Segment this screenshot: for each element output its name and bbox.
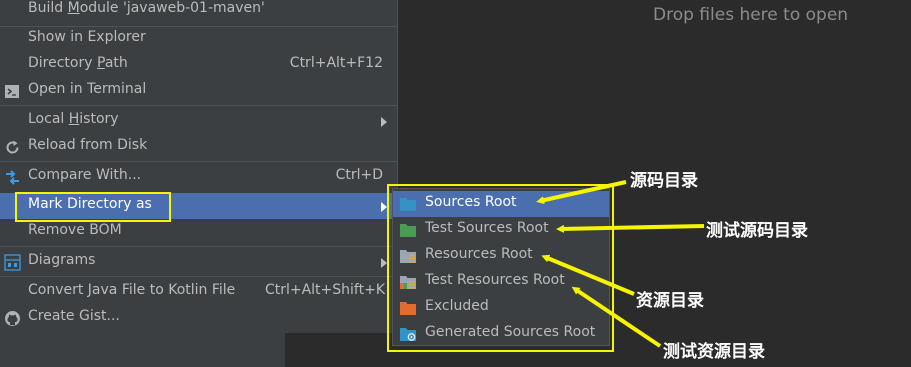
arrow-resources-root xyxy=(541,254,635,296)
annotation-test-sources-root: 测试源码目录 xyxy=(706,221,808,241)
annotation-test-resources-root: 测试资源目录 xyxy=(663,342,765,362)
annotation-resources-root: 资源目录 xyxy=(636,291,704,311)
arrow-sources-root xyxy=(536,180,627,205)
annotation-sources-root: 源码目录 xyxy=(630,171,698,191)
arrow-test-sources-root xyxy=(556,224,705,233)
annotation-arrows xyxy=(536,180,705,348)
